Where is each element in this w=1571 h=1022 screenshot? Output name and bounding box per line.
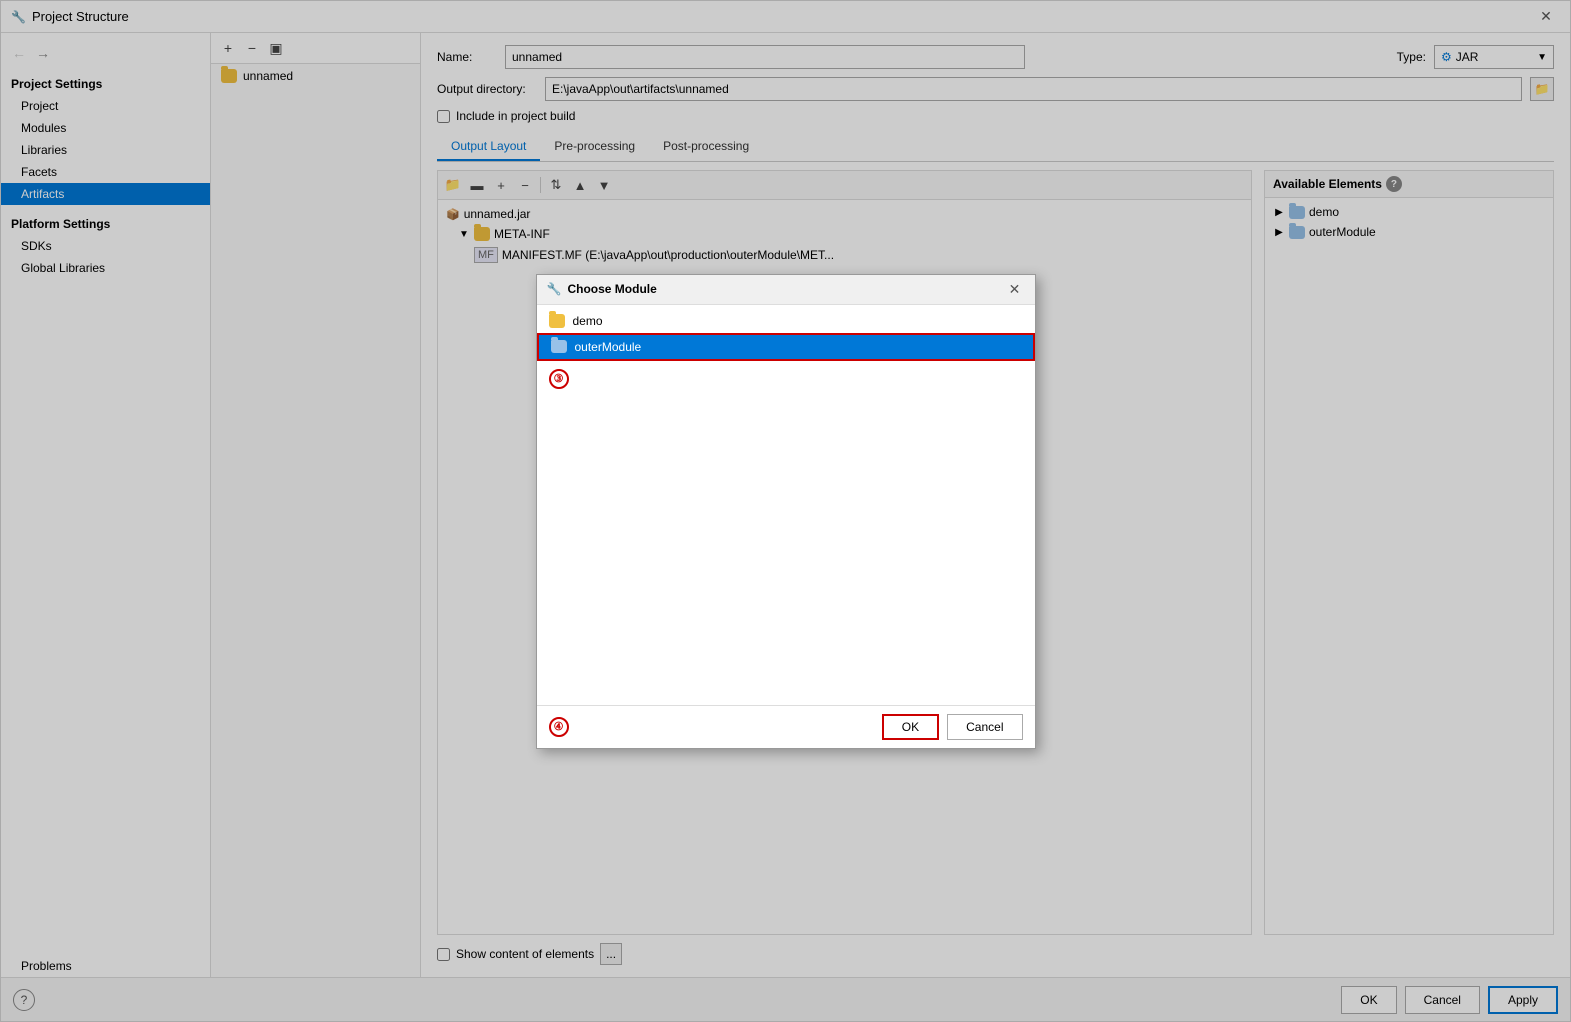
dialog-ok-button[interactable]: OK [882, 714, 939, 740]
main-window: 🔧 Project Structure ✕ ← → Project Settin… [0, 0, 1571, 1022]
dialog-icon: 🔧 [547, 282, 562, 296]
dialog-demo-folder-icon [549, 314, 565, 328]
dialog-item-demo-label: demo [573, 314, 603, 328]
dialog-item-demo[interactable]: demo [537, 309, 1035, 333]
dialog-item-outer-module[interactable]: outerModule [537, 333, 1035, 361]
annotation-4: ④ [549, 717, 569, 737]
dialog-close-button[interactable]: ✕ [1005, 279, 1025, 299]
dialog-footer: ④ OK Cancel [537, 705, 1035, 748]
dialog-title-bar: 🔧 Choose Module ✕ [537, 275, 1035, 305]
dialog-cancel-button[interactable]: Cancel [947, 714, 1022, 740]
dialog-body: demo outerModule ③ [537, 305, 1035, 705]
annotation-3-container: ③ [537, 361, 1035, 397]
dialog-list: demo outerModule ③ [537, 305, 1035, 705]
modal-overlay: 🔧 Choose Module ✕ demo outerModule [1, 1, 1570, 1021]
dialog-outer-module-icon [551, 340, 567, 353]
dialog-title: 🔧 Choose Module [547, 282, 657, 296]
annotation-3: ③ [549, 369, 569, 389]
dialog-item-outer-module-label: outerModule [575, 340, 642, 354]
choose-module-dialog: 🔧 Choose Module ✕ demo outerModule [536, 274, 1036, 749]
